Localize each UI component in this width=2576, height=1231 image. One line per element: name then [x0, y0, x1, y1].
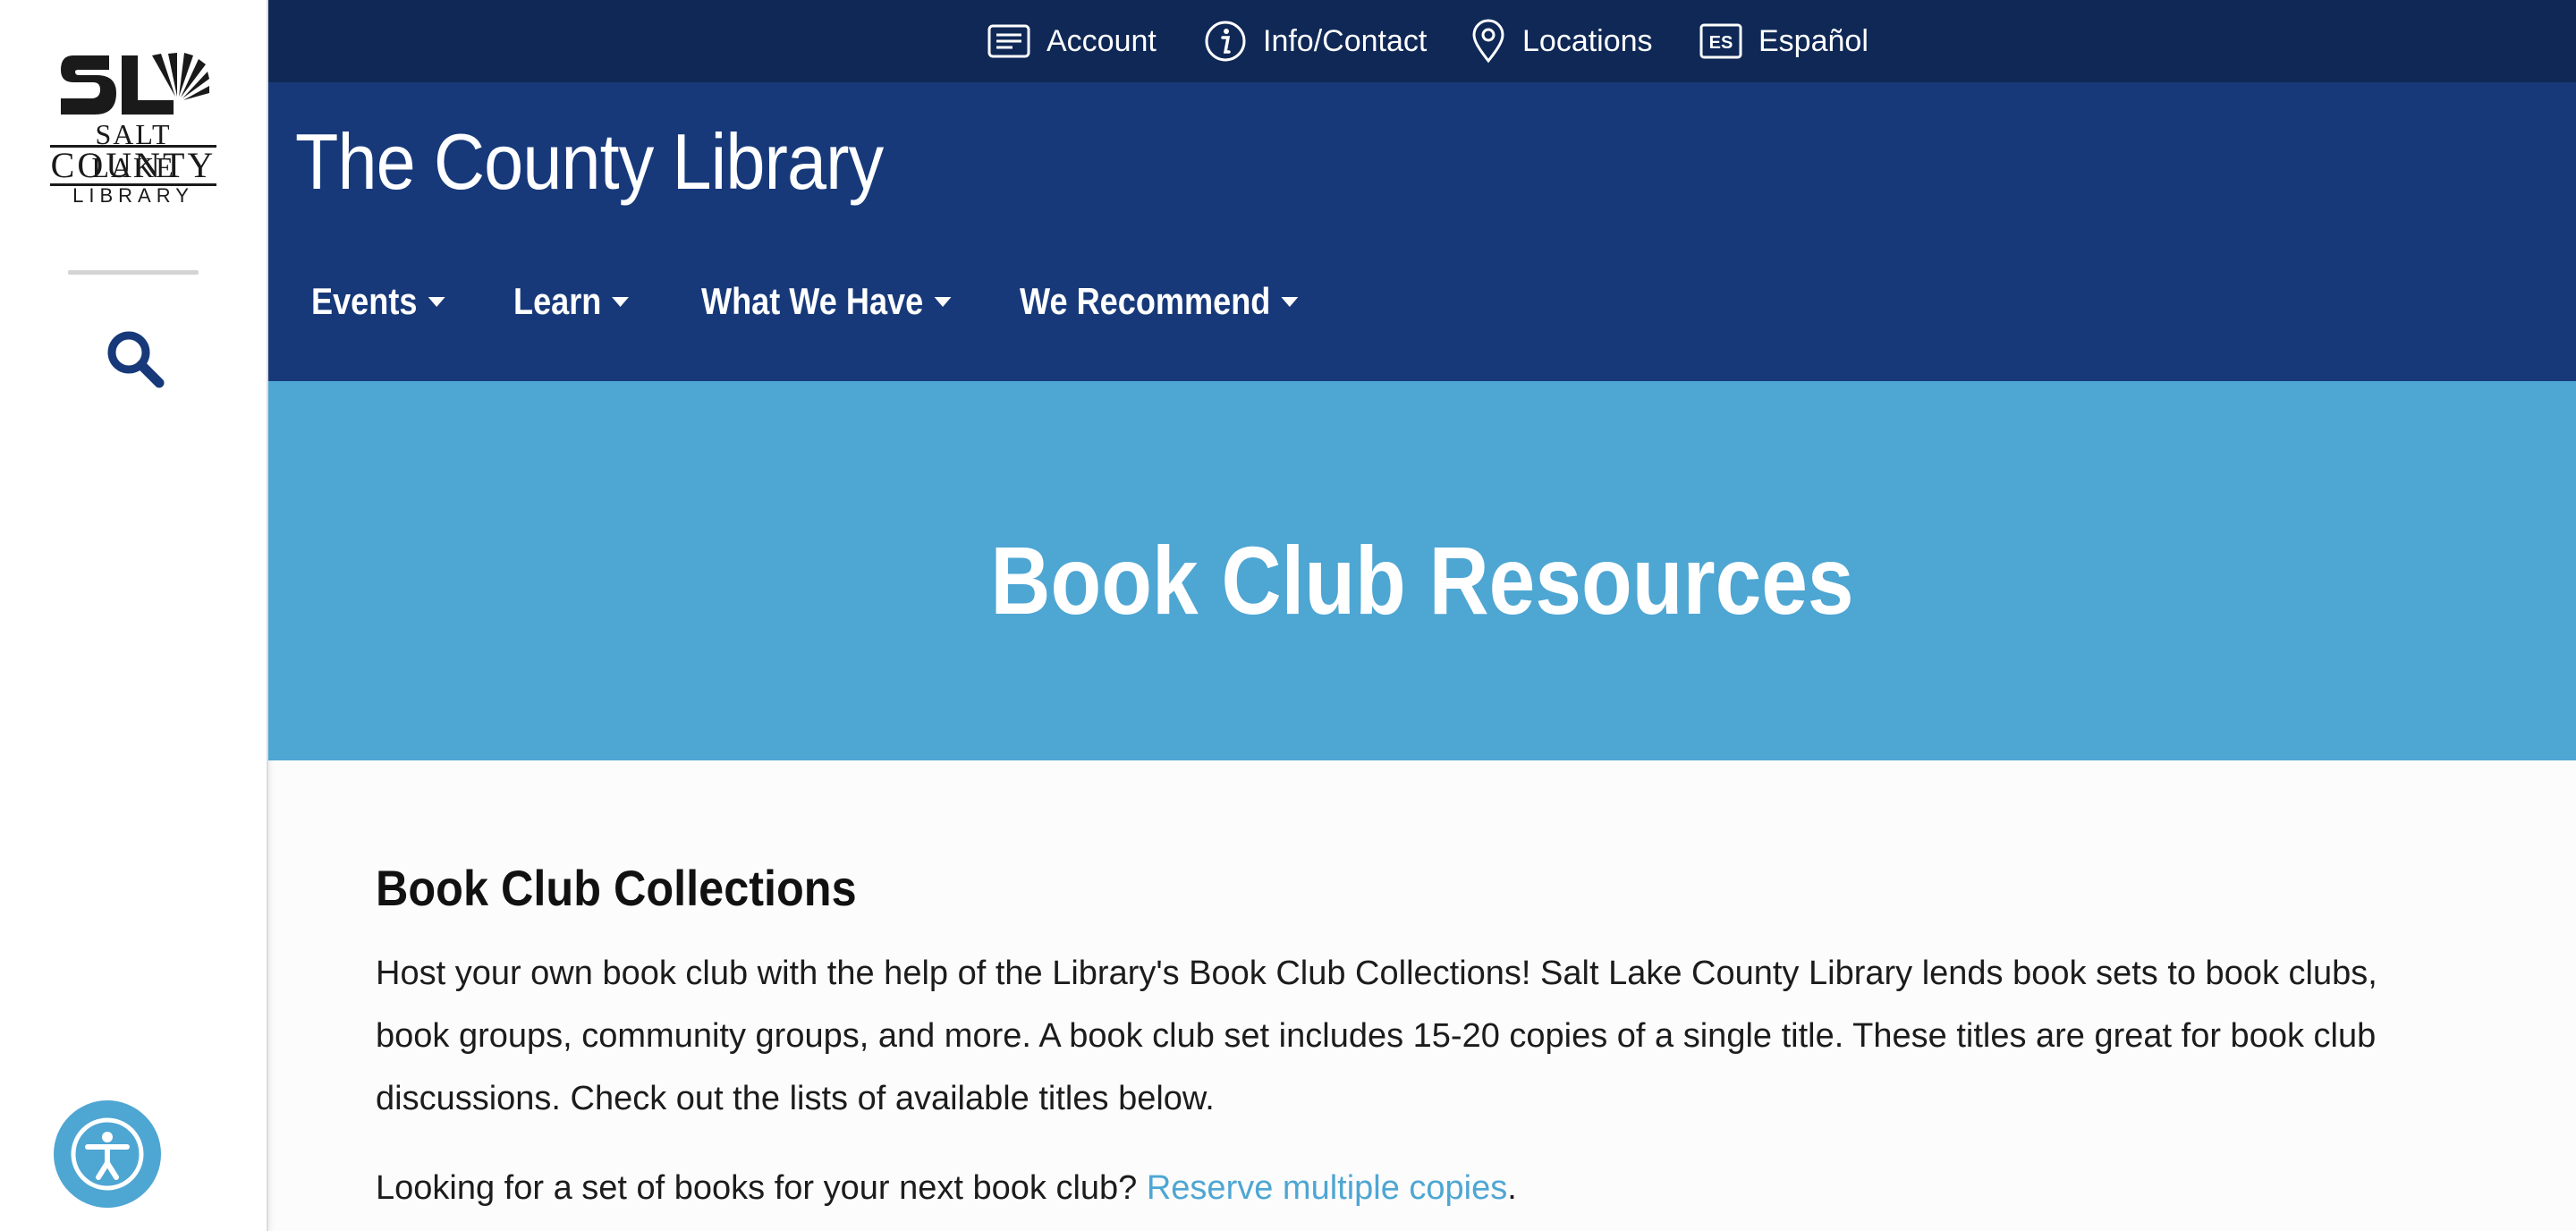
page-title: Book Club Resources [990, 526, 1854, 634]
nav-label-learn: Learn [513, 280, 602, 322]
info-icon [1205, 21, 1246, 62]
nav-item-learn[interactable]: Learn [513, 270, 630, 333]
search-icon [107, 331, 165, 388]
chevron-down-icon [1281, 296, 1299, 307]
chevron-down-icon [428, 296, 445, 307]
sl-logo-mark-icon [61, 53, 209, 115]
reserve-paragraph-suffix: . [1507, 1169, 1517, 1207]
utility-link-locations[interactable]: Locations [1470, 0, 1653, 82]
utility-link-info-contact[interactable]: Info/Contact [1204, 0, 1427, 82]
es-badge-icon: ES [1699, 23, 1742, 59]
utility-label-espanol: Español [1758, 23, 1868, 58]
reserve-multiple-copies-link[interactable]: Reserve multiple copies [1147, 1169, 1507, 1207]
nav-item-events[interactable]: Events [311, 270, 445, 333]
nav-label-we-recommend: We Recommend [1020, 280, 1271, 322]
nav-label-events: Events [311, 280, 418, 322]
section-title: Book Club Collections [376, 860, 857, 916]
site-title[interactable]: The County Library [295, 116, 884, 208]
utility-label-account: Account [1046, 23, 1157, 58]
location-pin-icon [1472, 19, 1504, 64]
reserve-paragraph-prefix: Looking for a set of books for your next… [376, 1169, 1147, 1207]
accessibility-button[interactable] [54, 1100, 161, 1208]
logo-text-county: COUNTY [50, 145, 216, 186]
site-header: The County Library Events Learn What We … [268, 82, 2576, 381]
utility-label-info-contact: Info/Contact [1263, 23, 1428, 58]
chevron-down-icon [934, 296, 952, 307]
sidebar: SALT LAKE COUNTY LIBRARY [0, 0, 268, 1231]
nav-item-we-recommend[interactable]: We Recommend [1020, 270, 1299, 333]
nav-item-what-we-have[interactable]: What We Have [701, 270, 952, 333]
es-badge-text: ES [1709, 33, 1733, 53]
nav-label-what-we-have: What We Have [701, 280, 924, 322]
utility-link-account[interactable]: Account [987, 0, 1157, 82]
intro-paragraph: Host your own book club with the help of… [376, 955, 2377, 1117]
utility-label-locations: Locations [1522, 23, 1653, 58]
hero-banner: Book Club Resources [268, 381, 2576, 760]
library-logo[interactable]: SALT LAKE COUNTY LIBRARY [50, 50, 216, 208]
logo-text-library: LIBRARY [72, 184, 194, 207]
utility-bar: Account Info/Contact Locations ES Españo… [268, 0, 2576, 82]
chevron-down-icon [612, 296, 630, 307]
utility-link-espanol[interactable]: ES Español [1699, 0, 1868, 82]
account-card-icon [987, 24, 1030, 58]
search-button[interactable] [104, 327, 166, 390]
main-content: Book Club Collections Host your own book… [376, 859, 2433, 1219]
accessibility-icon [71, 1117, 144, 1191]
sidebar-divider [68, 270, 199, 275]
reserve-paragraph: Looking for a set of books for your next… [376, 1157, 2433, 1219]
